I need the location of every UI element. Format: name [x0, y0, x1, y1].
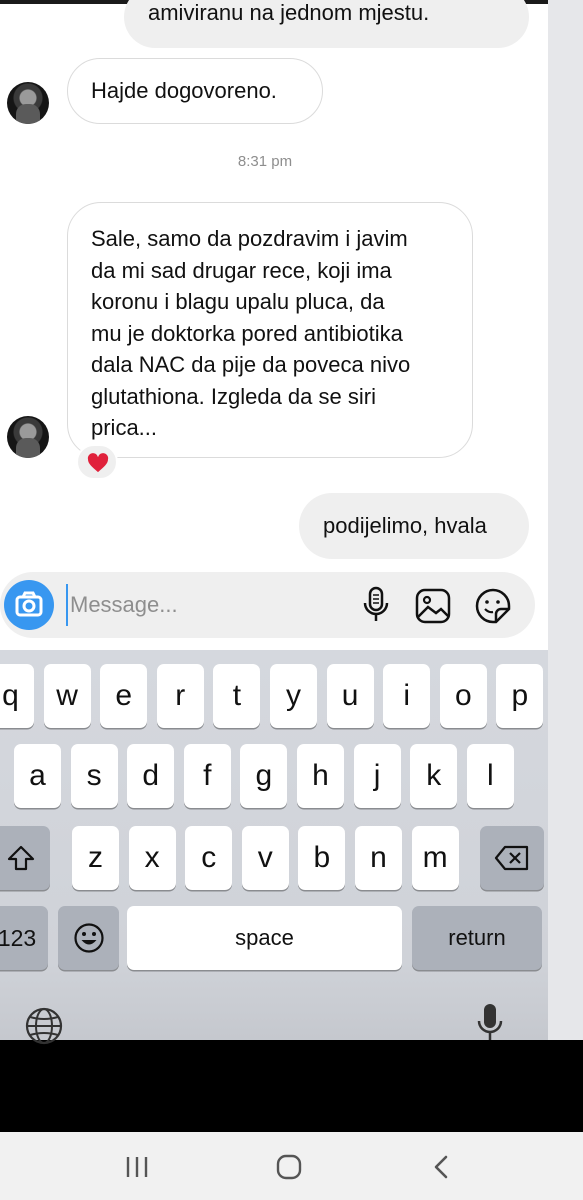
backspace-key[interactable]	[480, 826, 544, 890]
return-key-label: return	[448, 925, 506, 950]
key-s[interactable]: s	[70, 744, 118, 808]
on-screen-keyboard: 123 space return q w e r t y u i o p a s d f g h j k l z x c v…	[0, 650, 548, 1045]
key-d[interactable]: d	[127, 744, 175, 808]
key-x[interactable]: x	[128, 826, 176, 890]
avatar[interactable]	[7, 82, 49, 124]
key-label: n	[370, 841, 387, 874]
key-label: f	[203, 759, 212, 792]
globe-icon[interactable]	[24, 1006, 64, 1046]
space-key-label: space	[235, 925, 294, 950]
message-text: podijelimo, hvala	[323, 513, 487, 538]
emoji-key[interactable]	[58, 906, 119, 970]
shift-key[interactable]	[0, 826, 50, 890]
message-line: prica...	[91, 415, 158, 440]
message-line: glutathiona. Izgleda da se siri	[91, 383, 376, 409]
message-bubble-outgoing[interactable]: podijelimo, hvala	[299, 493, 529, 559]
red-heart-icon	[87, 453, 109, 473]
heart-reaction[interactable]	[76, 444, 118, 480]
key-g[interactable]: g	[240, 744, 288, 808]
key-r[interactable]: r	[156, 664, 204, 728]
key-e[interactable]: e	[100, 664, 148, 728]
key-b[interactable]: b	[298, 826, 346, 890]
key-label: q	[2, 679, 19, 712]
message-input[interactable]	[66, 584, 346, 626]
shift-icon	[7, 845, 35, 871]
avatar[interactable]	[7, 416, 49, 458]
key-label: e	[115, 679, 133, 712]
key-c[interactable]: c	[185, 826, 233, 890]
key-label: s	[86, 759, 102, 792]
message-line: koronu i blagu upalu pluca, da	[91, 289, 385, 314]
key-q[interactable]: q	[0, 664, 34, 728]
key-label: d	[142, 759, 160, 792]
key-label: t	[232, 679, 242, 712]
dictation-icon[interactable]	[474, 1002, 506, 1042]
recent-apps-icon[interactable]	[124, 1154, 150, 1180]
key-h[interactable]: h	[297, 744, 344, 808]
key-label: r	[175, 679, 186, 712]
key-label: w	[56, 679, 78, 712]
key-label: u	[341, 679, 359, 712]
key-label: l	[486, 759, 494, 792]
space-key[interactable]: space	[127, 906, 402, 970]
backspace-icon	[494, 845, 529, 871]
key-label: h	[312, 759, 329, 792]
key-label: y	[286, 679, 301, 712]
key-l[interactable]: l	[466, 744, 514, 808]
key-u[interactable]: u	[326, 664, 374, 728]
message-bubble-outgoing[interactable]: amiviranu na jednom mjestu.	[124, 0, 529, 48]
microphone-icon[interactable]	[360, 586, 392, 624]
key-w[interactable]: w	[43, 664, 91, 728]
key-label: z	[88, 841, 103, 874]
message-composer	[0, 572, 535, 638]
key-j[interactable]: j	[353, 744, 401, 808]
emoji-icon	[73, 923, 104, 953]
key-label: j	[373, 759, 381, 792]
home-icon[interactable]	[276, 1154, 302, 1180]
key-y[interactable]: y	[270, 664, 317, 728]
key-label: i	[403, 679, 411, 712]
key-o[interactable]: o	[439, 664, 487, 728]
message-line: Sale, samo da pozdravim i javim	[91, 226, 408, 251]
message-timestamp: 8:31 pm	[237, 153, 293, 170]
numbers-key[interactable]: 123	[0, 906, 48, 970]
key-label: v	[257, 841, 273, 874]
key-k[interactable]: k	[410, 744, 458, 808]
system-navigation-bar	[0, 1132, 583, 1200]
key-label: a	[29, 759, 46, 792]
key-label: m	[422, 841, 448, 874]
key-f[interactable]: f	[183, 744, 231, 808]
key-label: c	[201, 841, 217, 874]
chat-thread: amiviranu na jednom mjestu. Hajde dogovo…	[0, 0, 548, 650]
key-label: k	[426, 759, 442, 792]
gallery-icon[interactable]	[415, 588, 451, 624]
message-text: Hajde dogovoreno.	[91, 78, 277, 103]
back-icon[interactable]	[430, 1154, 452, 1180]
key-n[interactable]: n	[355, 826, 402, 890]
sticker-icon[interactable]	[474, 587, 512, 625]
key-t[interactable]: t	[213, 664, 261, 728]
message-line: dala NAC da pije da poveca nivo	[91, 352, 411, 377]
return-key[interactable]: return	[412, 906, 542, 970]
screen-edge	[548, 0, 583, 1040]
key-p[interactable]: p	[496, 664, 544, 728]
key-m[interactable]: m	[411, 826, 459, 890]
key-v[interactable]: v	[241, 826, 289, 890]
camera-icon	[15, 591, 43, 617]
key-label: g	[255, 759, 273, 792]
message-bubble-incoming[interactable]: Hajde dogovoreno.	[67, 58, 323, 124]
key-a[interactable]: a	[14, 744, 61, 808]
message-bubble-incoming[interactable]: Sale, samo da pozdravim i javim da mi sa…	[67, 202, 473, 458]
numbers-key-label: 123	[0, 924, 37, 951]
key-label: o	[454, 679, 472, 712]
key-z[interactable]: z	[72, 826, 119, 890]
key-label: p	[511, 679, 529, 712]
key-label: x	[144, 841, 160, 874]
key-label: b	[313, 841, 331, 874]
message-text: amiviranu na jednom mjestu.	[148, 0, 430, 25]
message-line: da mi sad drugar rece, koji ima	[91, 257, 392, 283]
camera-button[interactable]	[4, 580, 54, 630]
message-line: mu je doktorka pored antibiotika	[91, 320, 403, 346]
key-i[interactable]: i	[383, 664, 431, 728]
